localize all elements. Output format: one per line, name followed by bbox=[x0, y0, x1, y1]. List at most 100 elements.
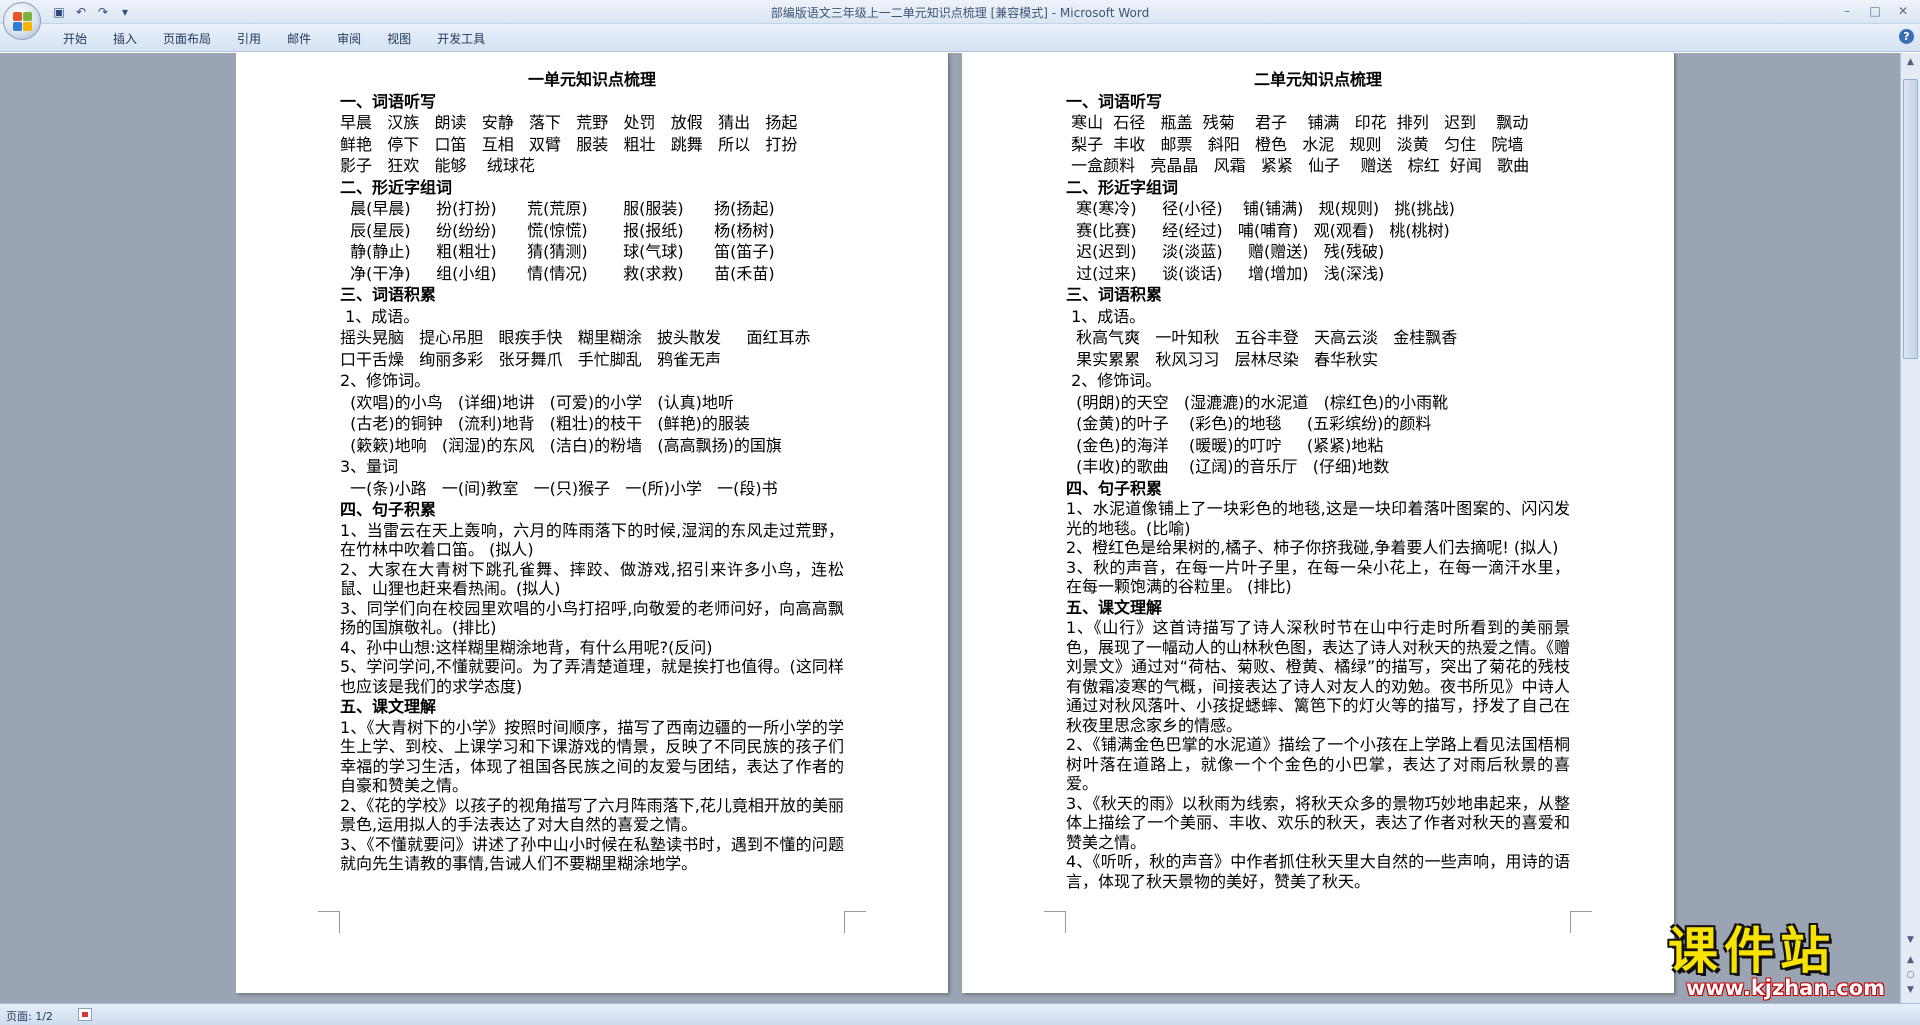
paragraph: 4、《听听，秋的声音》中作者抓住秋天里大自然的一些声响，用诗的语言，体现了秋天景… bbox=[1066, 852, 1570, 891]
text-line: (古老)的铜钟 (流利)地背 (粗壮)的枝干 (鲜艳)的服装 bbox=[340, 414, 750, 433]
office-button[interactable] bbox=[3, 2, 41, 40]
crop-mark bbox=[1570, 911, 1592, 933]
text-line: 影子 狂欢 能够 绒球花 bbox=[340, 156, 535, 175]
tab-review[interactable]: 审阅 bbox=[324, 29, 374, 49]
maximize-icon[interactable]: □ bbox=[1862, 2, 1888, 20]
close-icon[interactable]: ✕ bbox=[1890, 2, 1916, 20]
page-title: 二单元知识点梳理 bbox=[1253, 70, 1382, 89]
crop-mark bbox=[1044, 911, 1066, 933]
tab-view[interactable]: 视图 bbox=[374, 29, 424, 49]
proofing-icon[interactable] bbox=[78, 1008, 92, 1021]
text-line: 寒山 石径 瓶盖 残菊 君子 铺满 印花 排列 迟到 飘动 bbox=[1066, 113, 1529, 132]
paragraph: 1、《山行》这首诗描写了诗人深秋时节在山中行走时所看到的美丽景色，展现了一幅动人… bbox=[1066, 618, 1571, 735]
page-lines: 一、词语听写 寒山 石径 瓶盖 残菊 君子 铺满 印花 排列 迟到 飘动 梨子 … bbox=[1066, 91, 1570, 500]
watermark-brand: 课件站 bbox=[1668, 922, 1836, 980]
text-line: (金黄)的叶子 (彩色)的地毯 (五彩缤纷)的颜料 bbox=[1066, 414, 1432, 433]
section-heading: 五、课文理解 bbox=[1066, 597, 1163, 617]
text-line: (明朗)的天空 (湿漉漉)的水泥道 (棕红色)的小雨靴 bbox=[1066, 392, 1449, 412]
paragraph: 3、秋的声音，在每一片叶子里，在每一朵小花上，在每一滴汗水里，在每一颗饱满的谷粒… bbox=[1066, 557, 1570, 597]
paragraph: 1、水泥道像铺上了一块彩色的地毯,这是一块印着落叶图案的、闪闪发光的地毯。(比喻… bbox=[1066, 499, 1570, 538]
page-content: 二单元知识点梳理 一、词语听写 寒山 石径 瓶盖 残菊 君子 铺满 印花 排列 … bbox=[1066, 69, 1570, 891]
text-line: 梨子 丰收 邮票 斜阳 橙色 水泥 规则 淡黄 匀住 院墙 bbox=[1066, 134, 1524, 154]
window-controls: – □ ✕ bbox=[1834, 2, 1916, 20]
text-paragraphs: 1、《山行》这首诗描写了诗人深秋时节在山中行走时所看到的美丽景色，展现了一幅动人… bbox=[1066, 618, 1570, 891]
status-bar: 页面: 1/2 bbox=[0, 1003, 1920, 1025]
tab-references[interactable]: 引用 bbox=[224, 29, 274, 49]
crop-mark bbox=[318, 911, 340, 933]
scroll-up-icon[interactable]: ▲ bbox=[1903, 55, 1918, 70]
text-line: 2、修饰词。 bbox=[1066, 371, 1162, 390]
text-line: 早晨 汉族 朗读 安静 落下 荒野 处罚 放假 猜出 扬起 bbox=[340, 113, 798, 132]
page-content: 一单元知识点梳理 一、词语听写早晨 汉族 朗读 安静 落下 荒野 处罚 放假 猜… bbox=[340, 69, 844, 874]
text-paragraphs: 1、《大青树下的小学》按照时间顺序，描写了西南边疆的一所小学的学生上学、到校、上… bbox=[340, 718, 844, 874]
tab-mailings[interactable]: 邮件 bbox=[274, 29, 324, 49]
text-line: (丰收)的歌曲 (辽阔)的音乐厅 (仔细)地数 bbox=[1066, 457, 1390, 476]
paragraph: 1、当雷云在天上轰响，六月的阵雨落下的时候,湿润的东风走过荒野，在竹林中吹着口笛… bbox=[340, 520, 844, 560]
text-line: 迟(迟到) 淡(淡蓝) 赠(赠送) 残(残破) bbox=[1066, 242, 1385, 261]
tab-page-layout[interactable]: 页面布局 bbox=[150, 29, 224, 49]
text-line: 晨(早晨) 扮(打扮) 荒(荒原) 服(服装) 扬(扬起) bbox=[340, 199, 775, 218]
document-page-1[interactable]: 一单元知识点梳理 一、词语听写早晨 汉族 朗读 安静 落下 荒野 处罚 放假 猜… bbox=[236, 53, 948, 993]
paragraph: 4、孙中山想:这样糊里糊涂地背，有什么用呢?(反问) bbox=[340, 637, 713, 657]
title-bar: ▣ ↶ ↷ ▾ 部编版语文三年级上一二单元知识点梳理 [兼容模式] - Micr… bbox=[0, 0, 1920, 24]
page-count[interactable]: 页面: 1/2 bbox=[6, 1008, 53, 1024]
section-heading: 五、课文理解 bbox=[340, 697, 437, 716]
text-line: (金色)的海洋 (暖暖)的叮咛 (紧紧)地粘 bbox=[1066, 435, 1384, 455]
text-line: (欢唱)的小鸟 (详细)地讲 (可爱)的小学 (认真)地听 bbox=[340, 392, 734, 412]
section-heading: 三、词语积累 bbox=[340, 285, 437, 304]
text-line: 辰(星辰) 纷(纷纷) 慌(惊慌) 报(报纸) 杨(杨树) bbox=[340, 220, 775, 240]
office-logo-icon bbox=[13, 12, 33, 32]
text-line: 果实累累 秋风习习 层林尽染 春华秋实 bbox=[1066, 349, 1378, 369]
sentence-paragraphs: 1、水泥道像铺上了一块彩色的地毯,这是一块印着落叶图案的、闪闪发光的地毯。(比喻… bbox=[1066, 499, 1570, 597]
text-line: 1、成语。 bbox=[1066, 306, 1146, 326]
watermark-url: www.kjzhan.com bbox=[1686, 976, 1886, 1000]
crop-mark bbox=[844, 911, 866, 933]
tab-home[interactable]: 开始 bbox=[50, 29, 100, 49]
document-workspace: 一单元知识点梳理 一、词语听写早晨 汉族 朗读 安静 落下 荒野 处罚 放假 猜… bbox=[0, 53, 1900, 1003]
paragraph: 2、《铺满金色巴掌的水泥道》描绘了一个小孩在上学路上看见法国梧桐树叶落在道路上，… bbox=[1066, 735, 1570, 793]
help-icon[interactable]: ? bbox=[1899, 29, 1914, 44]
text-line: 过(过来) 谈(谈话) 增(增加) 浅(深浅) bbox=[1066, 263, 1385, 283]
tab-developer[interactable]: 开发工具 bbox=[424, 29, 498, 49]
site-watermark: 课件站 www.kjzhan.com bbox=[1668, 924, 1918, 1004]
text-line: 3、量词 bbox=[340, 457, 399, 476]
text-line: 鲜艳 停下 口笛 互相 双臂 服装 粗壮 跳舞 所以 打扮 bbox=[340, 134, 798, 154]
section-heading: 一、词语听写 bbox=[1066, 91, 1163, 111]
text-line: 秋高气爽 一叶知秋 五谷丰登 天高云淡 金桂飘香 bbox=[1066, 328, 1458, 347]
document-page-2[interactable]: 二单元知识点梳理 一、词语听写 寒山 石径 瓶盖 残菊 君子 铺满 印花 排列 … bbox=[962, 53, 1674, 993]
paragraph: 2、《花的学校》以孩子的视角描写了六月阵雨落下,花儿竟相开放的美丽景色,运用拟人… bbox=[340, 795, 844, 835]
section-heading: 三、词语积累 bbox=[1066, 285, 1163, 304]
text-line: 一(条)小路 一(间)教室 一(只)猴子 一(所)小学 一(段)书 bbox=[340, 478, 778, 498]
section-heading: 二、形近字组词 bbox=[340, 177, 453, 197]
page-title: 一单元知识点梳理 bbox=[527, 70, 656, 89]
text-line: 赛(比赛) 经(经过) 哺(哺育) 观(观看) 桃(桃树) bbox=[1066, 220, 1450, 240]
paragraph: 1、《大青树下的小学》按照时间顺序，描写了西南边疆的一所小学的学生上学、到校、上… bbox=[340, 717, 844, 796]
sentence-paragraphs: 1、当雷云在天上轰响，六月的阵雨落下的时候,湿润的东风走过荒野，在竹林中吹着口笛… bbox=[340, 521, 844, 697]
ribbon: 开始 插入 页面布局 引用 邮件 审阅 视图 开发工具 ? bbox=[0, 24, 1920, 52]
text-line: 净(干净) 组(小组) 情(情况) 救(求救) 苗(禾苗) bbox=[340, 263, 775, 283]
paragraph: 2、大家在大青树下跳孔雀舞、摔跤、做游戏,招引来许多小鸟，连松鼠、山狸也赶来看热… bbox=[340, 559, 844, 599]
ribbon-tabs: 开始 插入 页面布局 引用 邮件 审阅 视图 开发工具 bbox=[50, 29, 498, 49]
tab-insert[interactable]: 插入 bbox=[100, 29, 150, 49]
text-line: 静(静止) 粗(粗壮) 猜(猜测) 球(气球) 笛(笛子) bbox=[340, 242, 775, 261]
scroll-thumb[interactable] bbox=[1903, 79, 1918, 359]
paragraph: 5、学问学问,不懂就要问。为了弄清楚道理，就是挨打也值得。(这同样也应该是我们的… bbox=[340, 657, 844, 696]
vertical-scrollbar[interactable]: ▲ ▼ ▲ ○ ▼ bbox=[1900, 53, 1920, 1003]
text-line: (簌簌)地响 (润湿)的东风 (洁白)的粉墙 (高高飘扬)的国旗 bbox=[340, 435, 782, 455]
text-line: 一盒颜料 亮晶晶 风霜 紧紧 仙子 赠送 棕红 好闻 歌曲 bbox=[1066, 156, 1530, 175]
window-title: 部编版语文三年级上一二单元知识点梳理 [兼容模式] - Microsoft Wo… bbox=[770, 6, 1150, 20]
paragraph: 3、《秋天的雨》以秋雨为线索，将秋天众多的景物巧妙地串起来，从整体上描绘了一个美… bbox=[1066, 793, 1570, 852]
section-heading: 一、词语听写 bbox=[340, 91, 437, 111]
text-line: 口干舌燥 绚丽多彩 张牙舞爪 手忙脚乱 鸦雀无声 bbox=[340, 349, 722, 369]
text-line: 1、成语。 bbox=[340, 306, 420, 326]
text-line: 2、修饰词。 bbox=[340, 371, 431, 390]
section-heading: 二、形近字组词 bbox=[1066, 177, 1179, 197]
section-heading: 四、句子积累 bbox=[1066, 478, 1163, 498]
page-lines: 一、词语听写早晨 汉族 朗读 安静 落下 荒野 处罚 放假 猜出 扬起 鲜艳 停下… bbox=[340, 91, 844, 521]
paragraph: 3、同学们向在校园里欢唱的小鸟打招呼,向敬爱的老师问好，向高高飘扬的国旗敬礼。(… bbox=[340, 598, 844, 638]
text-line: 摇头晃脑 提心吊胆 眼疾手快 糊里糊涂 披头散发 面红耳赤 bbox=[340, 328, 811, 347]
paragraph: 2、橙红色是给果树的,橘子、柿子你挤我碰,争着要人们去摘呢! (拟人) bbox=[1066, 538, 1559, 557]
paragraph: 3、《不懂就要问》讲述了孙中山小时候在私塾读书时，遇到不懂的问题就向先生请教的事… bbox=[340, 834, 844, 874]
text-line: 寒(寒冷) 径(小径) 铺(铺满) 规(规则) 挑(挑战) bbox=[1066, 199, 1455, 218]
minimize-icon[interactable]: – bbox=[1834, 2, 1860, 20]
